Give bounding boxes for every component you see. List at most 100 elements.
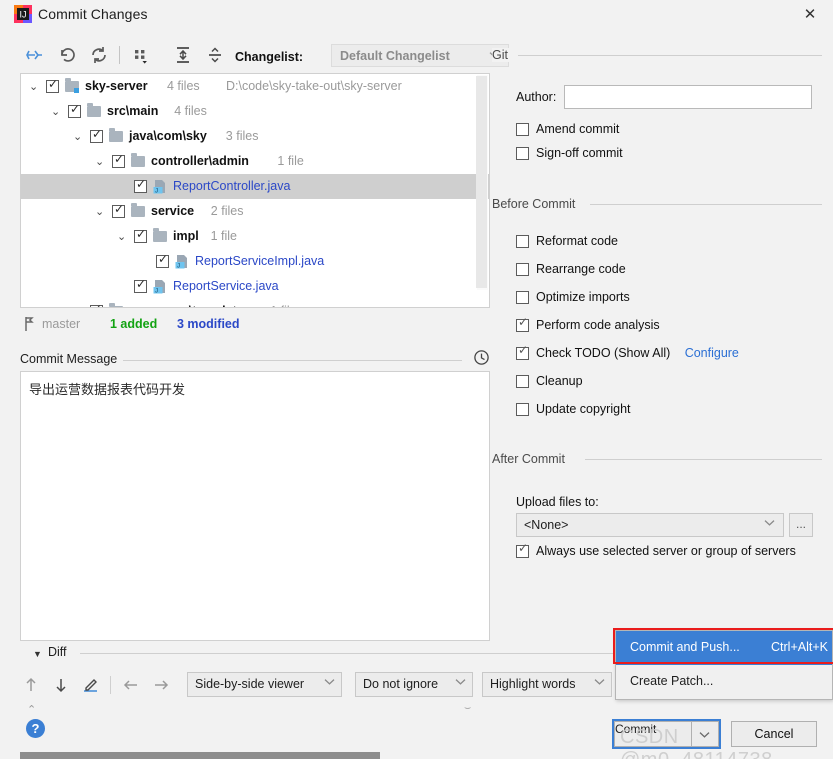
menu-item[interactable]: Commit and Push...Ctrl+Alt+K: [616, 631, 832, 665]
refresh-icon[interactable]: [88, 44, 110, 66]
tree-scrollbar-thumb[interactable]: [476, 76, 487, 288]
tree-row-name: impl: [173, 229, 199, 243]
tree-row[interactable]: JReportServiceImpl.java: [21, 249, 489, 274]
collapse-all-icon[interactable]: [204, 44, 226, 66]
accept-right-icon[interactable]: [150, 674, 172, 696]
commit-message-label: Commit Message: [20, 352, 123, 366]
commit-message-input[interactable]: 导出运营数据报表代码开发: [20, 371, 490, 641]
tree-scrollbar[interactable]: [477, 75, 488, 290]
commit-message-text: 导出运营数据报表代码开发: [29, 379, 185, 398]
checkbox-label: Optimize imports: [536, 290, 630, 304]
tree-row-checkbox[interactable]: [134, 230, 147, 243]
tree-row-checkbox[interactable]: [90, 305, 103, 308]
upload-target-value: <None>: [524, 518, 568, 532]
whitespace-mode-value: Do not ignore: [363, 677, 438, 691]
diff-viewer-mode-dropdown[interactable]: Side-by-side viewer: [187, 672, 342, 697]
svg-text:IJ: IJ: [19, 10, 26, 20]
commit-dropdown-menu[interactable]: Commit and Push...Ctrl+Alt+KCreate Patch…: [615, 630, 833, 700]
folder-icon: [109, 131, 123, 142]
author-row: Author:: [516, 85, 816, 109]
tree-row[interactable]: JReportController.java: [21, 174, 489, 199]
triangle-down-icon[interactable]: ▼: [33, 649, 42, 659]
commit-message-header: Commit Message: [20, 352, 490, 370]
added-count: 1 added: [110, 317, 157, 331]
svg-text:J: J: [155, 289, 158, 294]
group-by-icon[interactable]: [130, 44, 152, 66]
before-commit-title: Before Commit: [492, 197, 582, 211]
tree-row[interactable]: ⌄src\main4 files: [21, 99, 489, 124]
tree-row-meta: 1 file: [211, 229, 237, 243]
tree-row[interactable]: ⌄resources\template1 file: [21, 299, 489, 308]
checkbox-box: [516, 123, 529, 136]
tree-row-meta: 4 files: [167, 79, 200, 93]
next-difference-icon[interactable]: [50, 674, 72, 696]
git-section-title: Git: [492, 48, 515, 62]
tree-row-checkbox[interactable]: [68, 105, 81, 118]
checkbox-label: Rearrange code: [536, 262, 626, 276]
chevron-down-icon[interactable]: ⌄: [95, 205, 107, 217]
menu-item[interactable]: Create Patch...: [616, 665, 832, 699]
accept-left-icon[interactable]: [120, 674, 142, 696]
after-commit-title: After Commit: [492, 452, 572, 466]
tree-row[interactable]: ⌄java\com\sky3 files: [21, 124, 489, 149]
folder-icon: [131, 156, 145, 167]
toolbar-separator: [110, 676, 111, 694]
close-icon[interactable]: ✕: [797, 4, 823, 26]
chevron-down-icon[interactable]: ⌄: [29, 80, 41, 92]
previous-difference-icon[interactable]: [20, 674, 42, 696]
configure-link[interactable]: Configure: [685, 346, 739, 360]
checkbox-label: Always use selected server or group of s…: [536, 544, 796, 558]
tree-row[interactable]: ⌄sky-server4 filesD:\code\sky-take-out\s…: [21, 74, 489, 99]
tree-row-checkbox[interactable]: [156, 255, 169, 268]
chevron-down-icon[interactable]: ⌄: [95, 155, 107, 167]
tree-row-checkbox[interactable]: [134, 180, 147, 193]
changelist-dropdown[interactable]: Default Changelist: [331, 44, 509, 67]
changes-toolbar: Changelist: Default Changelist: [20, 40, 490, 74]
section-rule: [518, 55, 822, 56]
intellij-idea-icon: IJ: [14, 5, 32, 23]
folder-icon: [153, 231, 167, 242]
collapse-expand-icon[interactable]: [24, 44, 46, 66]
tree-row-checkbox[interactable]: [46, 80, 59, 93]
chevron-down-icon[interactable]: ⌄: [117, 230, 129, 242]
tree-row-checkbox[interactable]: [134, 280, 147, 293]
chevron-down-icon[interactable]: ⌄: [73, 130, 85, 142]
tree-row-checkbox[interactable]: [112, 205, 125, 218]
toolbar-separator: [119, 46, 120, 64]
tree-row[interactable]: ⌄service2 files: [21, 199, 489, 224]
chevron-down-icon[interactable]: ⌄: [73, 305, 85, 308]
tree-rows: ⌄sky-server4 filesD:\code\sky-take-out\s…: [21, 74, 489, 308]
section-rule: [116, 360, 462, 361]
chevron-down-icon[interactable]: ⌄: [51, 105, 63, 117]
tree-row-path: D:\code\sky-take-out\sky-server: [226, 79, 402, 93]
tree-row-checkbox[interactable]: [112, 155, 125, 168]
author-label: Author:: [516, 90, 556, 104]
tree-row-checkbox[interactable]: [90, 130, 103, 143]
title-bar: IJ Commit Changes ✕: [0, 0, 833, 30]
tree-row[interactable]: JReportService.java: [21, 274, 489, 299]
upload-target-dropdown[interactable]: <None>: [516, 513, 784, 537]
edit-source-icon[interactable]: [80, 674, 102, 696]
git-branch-icon: [22, 316, 36, 332]
diff-toolbar: Side-by-side viewer Do not ignore Highli…: [20, 672, 640, 702]
expand-all-icon[interactable]: [172, 44, 194, 66]
changed-files-tree[interactable]: ⌄sky-server4 filesD:\code\sky-take-out\s…: [20, 73, 490, 308]
tree-row[interactable]: ⌄controller\admin1 file: [21, 149, 489, 174]
highlight-mode-dropdown[interactable]: Highlight words: [482, 672, 612, 697]
window-title: Commit Changes: [38, 6, 148, 22]
tree-row-meta: 1 file: [270, 304, 296, 308]
diff-viewer-mode-value: Side-by-side viewer: [195, 677, 304, 691]
section-rule: [590, 204, 822, 205]
author-input[interactable]: [564, 85, 812, 109]
clock-history-icon[interactable]: [473, 349, 490, 366]
checkbox-label: Reformat code: [536, 234, 618, 248]
help-button[interactable]: ?: [26, 719, 45, 738]
collapse-caret-icon[interactable]: ⌃: [27, 703, 36, 716]
tree-row-meta: 2 files: [211, 204, 244, 218]
tree-row[interactable]: ⌄ impl 1 file: [21, 224, 489, 249]
whitespace-mode-dropdown[interactable]: Do not ignore: [355, 672, 473, 697]
diff-overflow-caret-icon[interactable]: ⌣: [464, 702, 471, 715]
checkbox-box: [516, 545, 529, 558]
browse-servers-button[interactable]: ...: [789, 513, 813, 537]
revert-icon[interactable]: [56, 44, 78, 66]
